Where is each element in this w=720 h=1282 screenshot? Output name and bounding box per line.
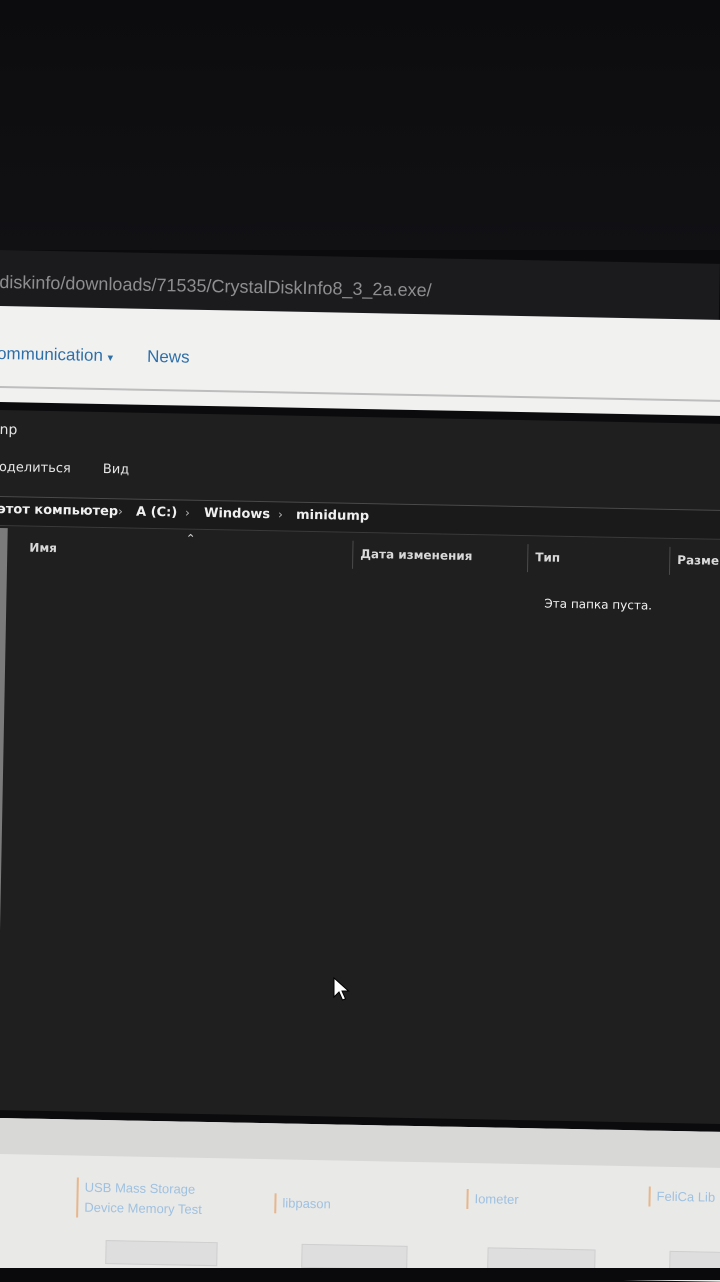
- breadcrumb-windows[interactable]: Windows: [204, 506, 270, 522]
- breadcrumb-minidump[interactable]: minidump: [296, 508, 369, 524]
- background-dark-area: [0, 0, 720, 250]
- column-divider[interactable]: [668, 546, 671, 575]
- product-link-iometer[interactable]: Iometer: [466, 1188, 519, 1210]
- taskbar: [0, 1268, 720, 1280]
- ribbon-tab-view[interactable]: Вид: [103, 462, 130, 478]
- column-header-size[interactable]: Разме: [677, 553, 719, 568]
- navigation-pane[interactable]: [0, 527, 8, 1089]
- product-button[interactable]: [301, 1243, 408, 1270]
- website-product-list: USB Mass Storage Device Memory Test libp…: [0, 1118, 720, 1282]
- column-header-name[interactable]: Имя: [29, 541, 57, 556]
- product-link-felica-lib[interactable]: FeliCa Lib: [648, 1186, 716, 1208]
- nav-communication-label: ommunication: [0, 343, 104, 365]
- breadcrumb-this-pc[interactable]: этот компьютер: [0, 502, 118, 519]
- nav-communication-menu[interactable]: ommunication ▾: [0, 344, 113, 366]
- ribbon-tab-share[interactable]: оделиться: [0, 460, 71, 476]
- mouse-pointer-icon: [333, 977, 350, 1001]
- breadcrumb[interactable]: этот компьютер › A (C:) › Windows › mini…: [0, 495, 720, 541]
- column-divider[interactable]: [352, 540, 354, 569]
- chevron-right-icon[interactable]: ›: [185, 506, 190, 520]
- nav-news-link[interactable]: News: [147, 347, 190, 368]
- empty-folder-message: Эта папка пуста.: [544, 596, 653, 613]
- product-link-libpason[interactable]: libpason: [274, 1193, 332, 1215]
- chevron-down-icon: ▾: [107, 352, 114, 365]
- chevron-right-icon[interactable]: ›: [118, 504, 123, 518]
- breadcrumb-drive[interactable]: A (C:): [136, 505, 177, 521]
- window-title: np: [0, 421, 18, 439]
- sort-ascending-icon: ⌃: [185, 531, 196, 546]
- column-divider[interactable]: [526, 544, 529, 573]
- chevron-right-icon[interactable]: ›: [278, 507, 283, 521]
- product-link-usb-mass-storage[interactable]: USB Mass Storage Device Memory Test: [76, 1177, 203, 1220]
- column-header-date-modified[interactable]: Дата изменения: [360, 547, 472, 563]
- navbar-divider: [0, 385, 720, 403]
- section-band: [0, 1118, 720, 1169]
- product-button[interactable]: [105, 1240, 218, 1267]
- url-text[interactable]: diskinfo/downloads/71535/CrystalDiskInfo…: [0, 272, 432, 301]
- column-header-type[interactable]: Тип: [535, 550, 560, 564]
- file-explorer-window: np оделиться Вид этот компьютер › A (C:)…: [0, 410, 720, 1125]
- website-navbar: ommunication ▾ News: [0, 306, 720, 417]
